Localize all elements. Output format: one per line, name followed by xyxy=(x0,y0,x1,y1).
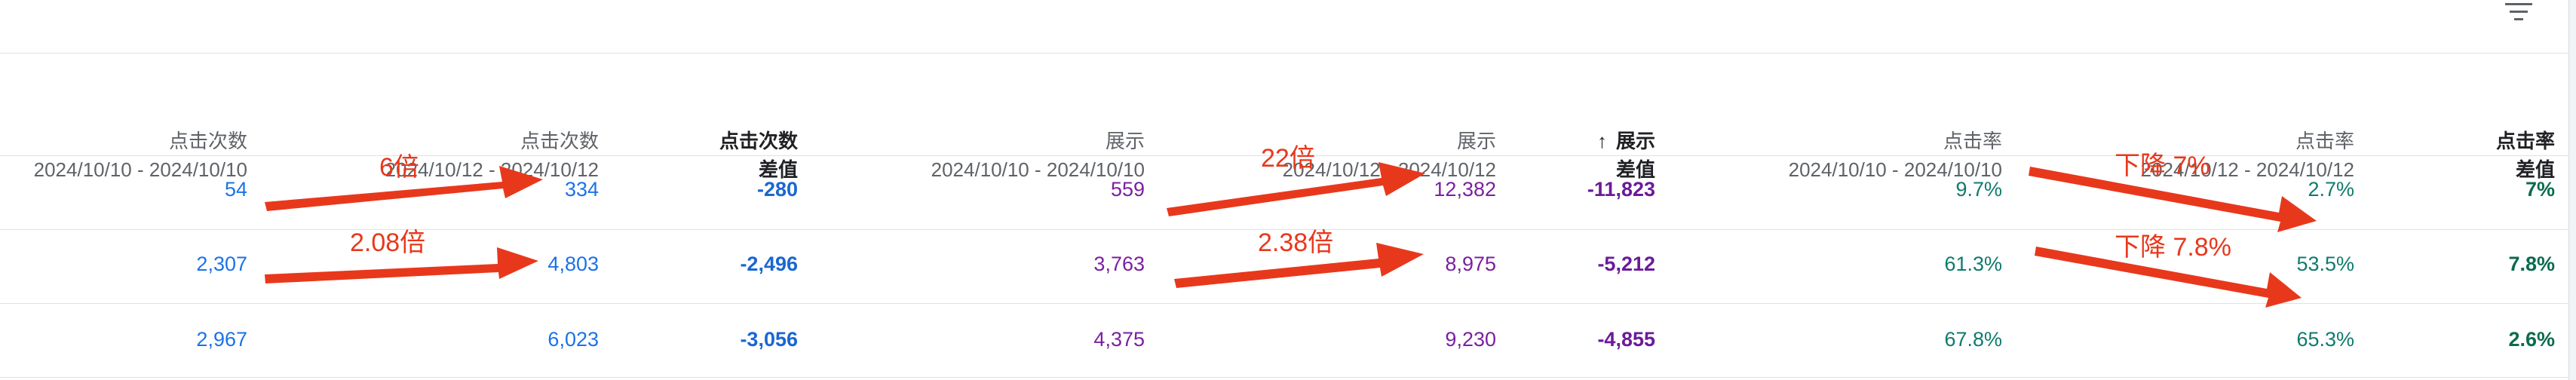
vertical-scrollbar[interactable] xyxy=(2568,0,2576,380)
cell-clicks-diff: -280 xyxy=(756,178,798,201)
cell-ctr-diff: 2.6% xyxy=(2508,328,2555,351)
annotation-label: 6倍 xyxy=(379,153,419,182)
annotation-label: 下降 7% xyxy=(2114,152,2210,180)
cell-ctr-period1: 67.8% xyxy=(1944,328,2002,351)
cell-impressions-period1: 4,375 xyxy=(1093,328,1145,351)
cell-ctr-period1: 9.7% xyxy=(1955,178,2002,201)
annotation-label: 下降 7.8% xyxy=(2114,233,2231,262)
cell-clicks-diff: -2,496 xyxy=(740,253,798,275)
cell-impressions-diff: -4,855 xyxy=(1597,328,1655,351)
cell-clicks-period1: 54 xyxy=(224,178,247,201)
table-toolbar xyxy=(0,0,2576,54)
annotation-label: 2.08倍 xyxy=(350,228,426,257)
arrow-up-icon[interactable]: ↑ xyxy=(1597,130,1607,152)
annotation-label: 22倍 xyxy=(1261,144,1315,173)
filter-icon[interactable] xyxy=(2502,0,2535,27)
cell-ctr-period1: 61.3% xyxy=(1944,253,2002,275)
cell-impressions-period1: 559 xyxy=(1110,178,1145,201)
cell-clicks-period2: 4,803 xyxy=(547,253,599,275)
cell-impressions-period2: 9,230 xyxy=(1445,328,1496,351)
cell-impressions-period2: 12,382 xyxy=(1434,178,1496,201)
cell-clicks-period1: 2,967 xyxy=(196,328,247,351)
cell-clicks-period1: 2,307 xyxy=(196,253,247,275)
cell-impressions-diff: -11,823 xyxy=(1587,178,1655,201)
table-header: 点击次数 2024/10/10 - 2024/10/10 点击次数 2024/1… xyxy=(0,53,2568,181)
cell-impressions-diff: -5,212 xyxy=(1597,253,1655,275)
table-row[interactable]: 2,967 6,023 -3,056 4,375 9,230 -4,855 67… xyxy=(0,304,2568,378)
cell-ctr-period2: 65.3% xyxy=(2296,328,2354,351)
cell-clicks-diff: -3,056 xyxy=(740,328,798,351)
cell-ctr-diff: 7% xyxy=(2525,178,2555,201)
cell-ctr-diff: 7.8% xyxy=(2508,253,2555,275)
annotation-label: 2.38倍 xyxy=(1258,228,1334,257)
cell-clicks-period2: 334 xyxy=(564,178,599,201)
cell-clicks-period2: 6,023 xyxy=(547,328,599,351)
cell-impressions-period1: 3,763 xyxy=(1093,253,1145,275)
